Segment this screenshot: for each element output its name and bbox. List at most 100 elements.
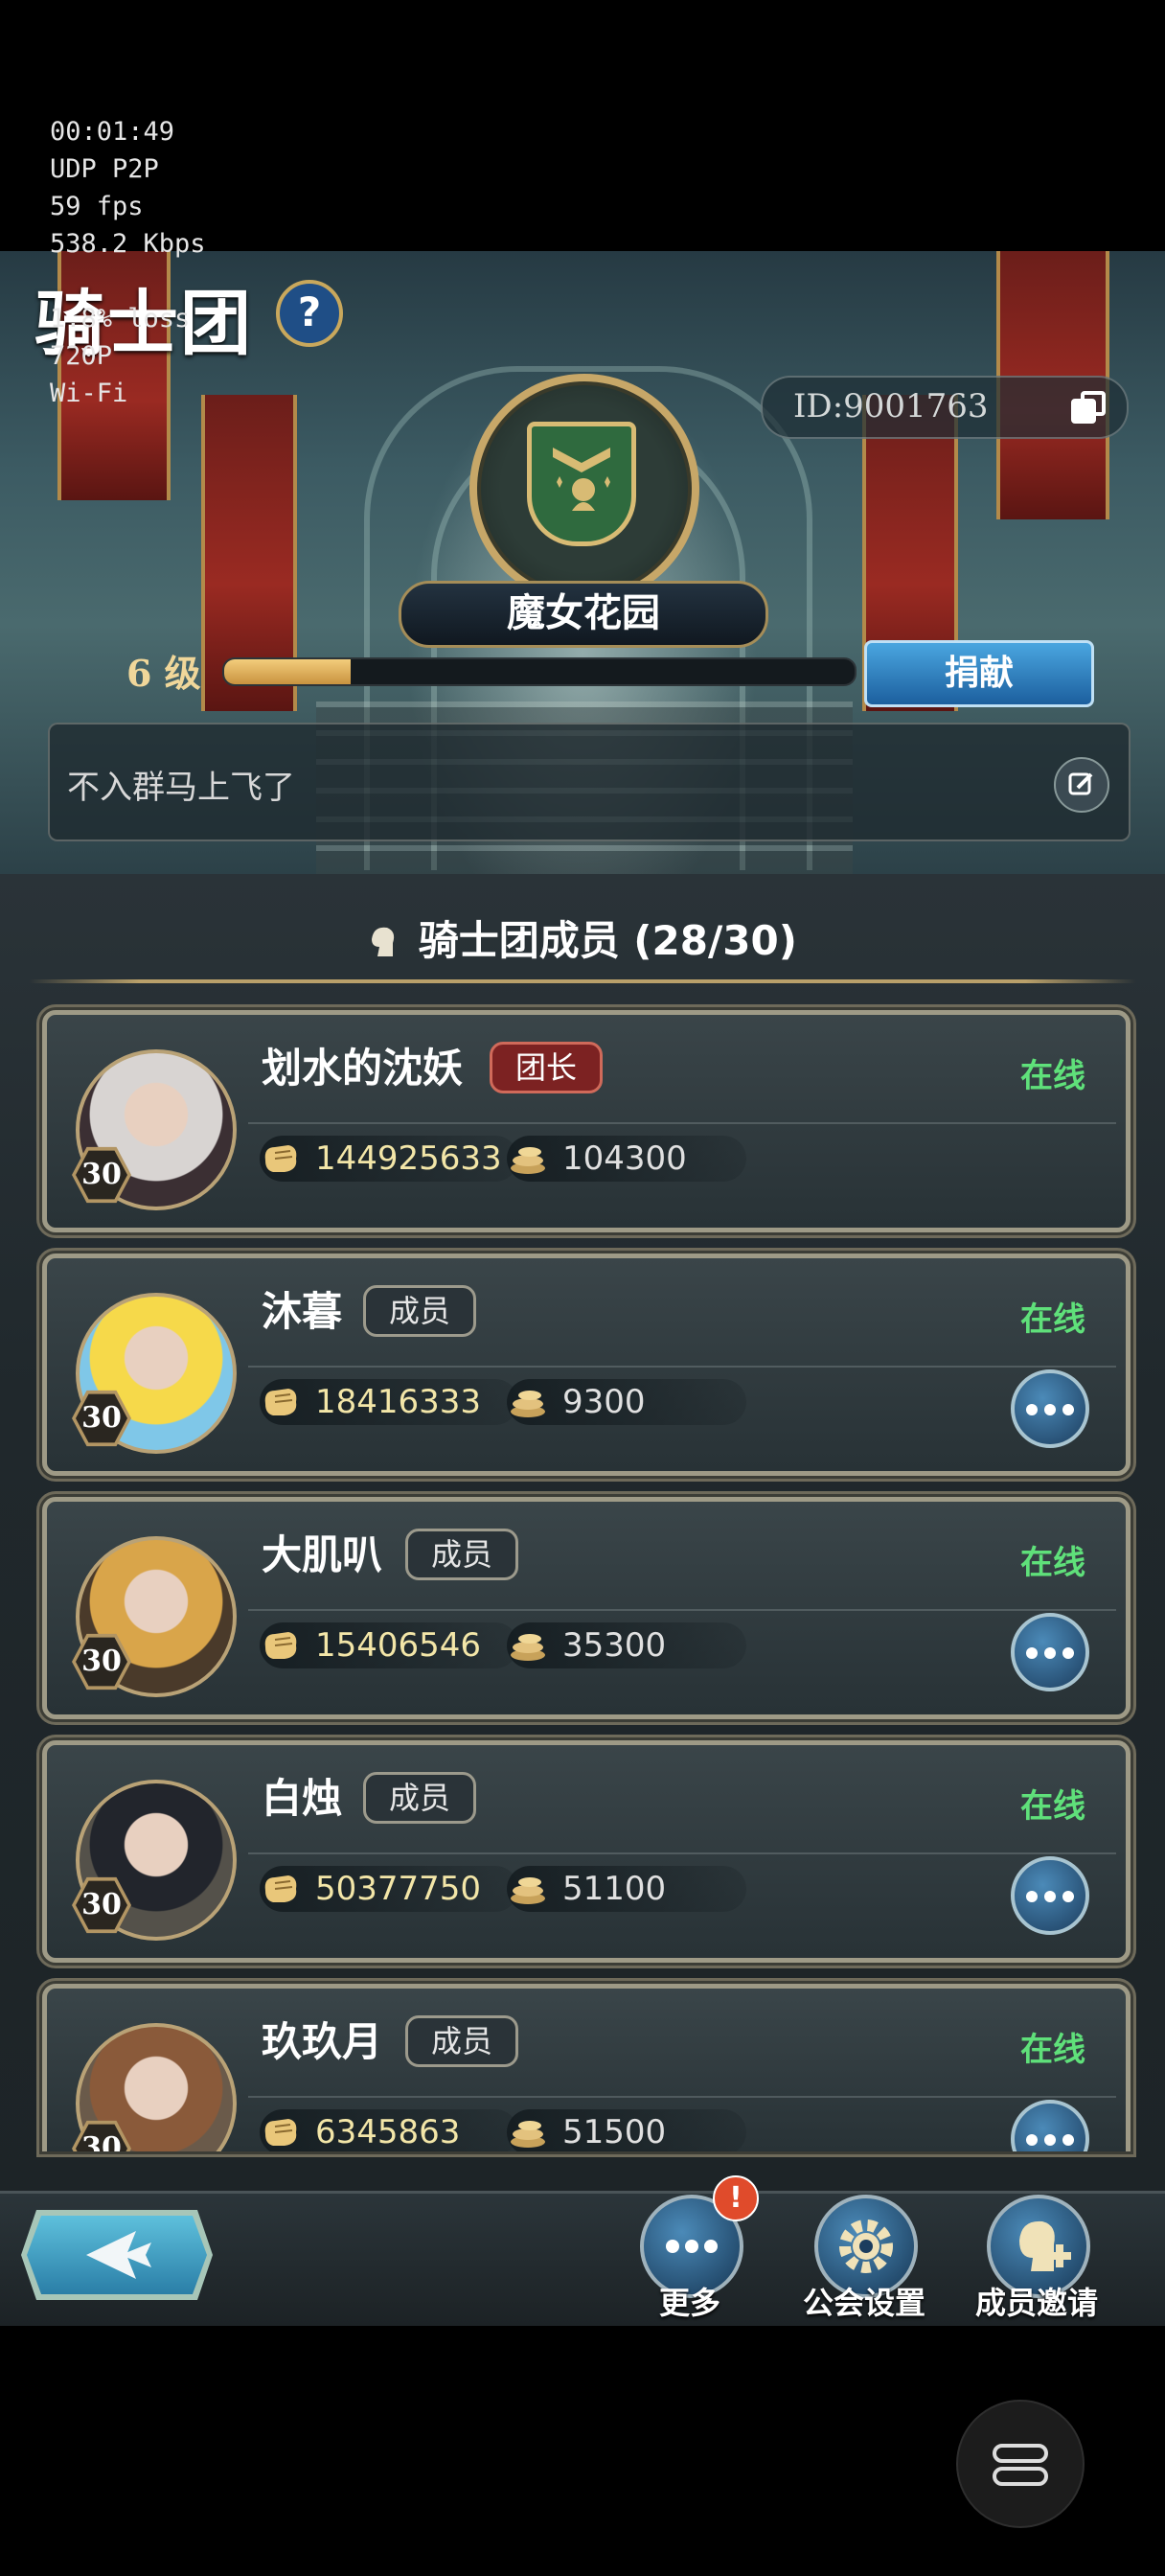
member-card[interactable]: 30 玖玖月 成员 在线 6345863 51500: [42, 1984, 1131, 2151]
card-stripe: [248, 2096, 1116, 2098]
online-status: 在线: [1020, 1300, 1085, 1339]
alert-badge: !: [713, 2175, 759, 2221]
stream-stats-overlay: 00:01:49 UDP P2P 59 fps 538.2 Kbps 1.8% …: [50, 113, 206, 412]
online-status: 在线: [1020, 1057, 1085, 1095]
copy-icon[interactable]: [1071, 391, 1106, 424]
power-value: 18416333: [315, 1383, 482, 1421]
online-status: 在线: [1020, 1787, 1085, 1826]
power-value: 15406546: [315, 1626, 482, 1665]
fist-icon: [264, 1875, 297, 1902]
member-name: 划水的沈妖: [262, 1045, 464, 1092]
settings-label: 公会设置: [802, 2285, 925, 2321]
card-stripe: [248, 1852, 1116, 1854]
more-label: 更多: [658, 2285, 720, 2321]
role-badge: 团长: [490, 1042, 604, 1093]
online-status: 在线: [1020, 1544, 1085, 1582]
invite-member-button[interactable]: 成员邀请: [960, 2191, 1113, 2323]
coin-stat: 104300: [507, 1136, 746, 1182]
level-progress-fill: [224, 659, 351, 684]
member-name: 沐暮: [262, 1288, 343, 1335]
guild-settings-button[interactable]: 公会设置: [788, 2191, 941, 2323]
guild-name: 魔女花园: [507, 590, 660, 635]
stats-line: 59 fps: [50, 192, 144, 221]
edit-icon[interactable]: [1054, 757, 1109, 813]
power-value: 6345863: [315, 2113, 461, 2151]
fist-icon: [264, 2119, 297, 2146]
stats-line: Wi-Fi: [50, 379, 128, 408]
member-name: 玖玖月: [262, 2018, 383, 2065]
guild-emblem: [469, 374, 699, 604]
guild-level: 6 级: [126, 652, 201, 695]
card-stripe: [248, 1122, 1116, 1124]
power-stat: 6345863: [260, 2109, 518, 2151]
guild-id-box: ID:9001763: [761, 376, 1129, 439]
toggle-icon: [993, 2444, 1048, 2486]
power-stat: 144925633: [260, 1136, 518, 1182]
more-button[interactable]: ! 更多: [613, 2175, 766, 2323]
member-options-button[interactable]: [1011, 1369, 1089, 1448]
member-options-button[interactable]: [1011, 2100, 1089, 2151]
member-card[interactable]: 30 划水的沈妖 团长 在线 144925633 104300: [42, 1010, 1131, 1232]
power-value: 144925633: [315, 1139, 502, 1178]
help-button[interactable]: ?: [276, 280, 343, 347]
role-badge: 成员: [405, 1529, 519, 1580]
back-button[interactable]: [21, 2210, 213, 2300]
level-value: 30: [76, 1637, 127, 1687]
coins-icon: [511, 1634, 545, 1661]
fist-icon: [264, 1389, 297, 1415]
card-stripe: [248, 1609, 1116, 1611]
member-name: 白烛: [262, 1775, 343, 1822]
shield-icon: [527, 422, 636, 546]
card-stripe: [248, 1366, 1116, 1368]
power-stat: 50377750: [260, 1866, 518, 1912]
coin-value: 35300: [562, 1626, 667, 1665]
members-title: 骑士团成员 (28/30): [418, 917, 797, 964]
members-header: 骑士团成员 (28/30): [0, 908, 1165, 967]
level-value: 30: [76, 1150, 127, 1200]
level-value: 30: [76, 1393, 127, 1443]
power-stat: 18416333: [260, 1379, 518, 1425]
back-arrow-icon: [86, 2231, 151, 2279]
floating-menu-button[interactable]: [956, 2400, 1085, 2528]
member-options-button[interactable]: [1011, 1856, 1089, 1935]
notice-text: 不入群马上飞了: [67, 769, 295, 807]
role-badge: 成员: [363, 1285, 477, 1337]
stats-line: UDP P2P: [50, 154, 159, 184]
power-value: 50377750: [315, 1870, 482, 1908]
coin-value: 51500: [562, 2113, 667, 2151]
guild-name-plate: 魔女花园: [399, 581, 768, 648]
role-badge: 成员: [363, 1772, 477, 1824]
role-badge: 成员: [405, 2015, 519, 2067]
stats-line: 538.2 Kbps: [50, 229, 206, 259]
invite-label: 成员邀请: [974, 2285, 1098, 2321]
level-value: 30: [76, 2124, 127, 2151]
coin-stat: 35300: [507, 1622, 746, 1668]
online-status: 在线: [1020, 2031, 1085, 2069]
coin-value: 51100: [562, 1870, 667, 1908]
member-card[interactable]: 30 白烛 成员 在线 50377750 51100: [42, 1740, 1131, 1963]
member-card[interactable]: 30 大肌叭 成员 在线 15406546 35300: [42, 1497, 1131, 1719]
coin-value: 104300: [562, 1139, 687, 1178]
coins-icon: [511, 1877, 545, 1904]
coins-icon: [511, 2121, 545, 2148]
guild-notice: 不入群马上飞了: [48, 723, 1131, 841]
coin-stat: 51100: [507, 1866, 746, 1912]
coin-stat: 9300: [507, 1379, 746, 1425]
stats-line: 00:01:49: [50, 117, 175, 147]
coin-stat: 51500: [507, 2109, 746, 2151]
coin-value: 9300: [562, 1383, 646, 1421]
donate-button[interactable]: 捐献: [864, 640, 1094, 707]
member-card[interactable]: 30 沐暮 成员 在线 18416333 9300: [42, 1254, 1131, 1476]
level-value: 30: [76, 1880, 127, 1930]
fist-icon: [264, 1632, 297, 1659]
power-stat: 15406546: [260, 1622, 518, 1668]
level-progress-bar: [222, 657, 857, 686]
coins-icon: [511, 1391, 545, 1417]
divider: [29, 979, 1136, 983]
stats-line: [50, 263, 206, 300]
guild-id: ID:9001763: [793, 387, 989, 426]
member-name: 大肌叭: [262, 1531, 383, 1578]
member-options-button[interactable]: [1011, 1613, 1089, 1691]
stats-line: 1.8% loss: [50, 304, 191, 334]
coins-icon: [511, 1147, 545, 1174]
